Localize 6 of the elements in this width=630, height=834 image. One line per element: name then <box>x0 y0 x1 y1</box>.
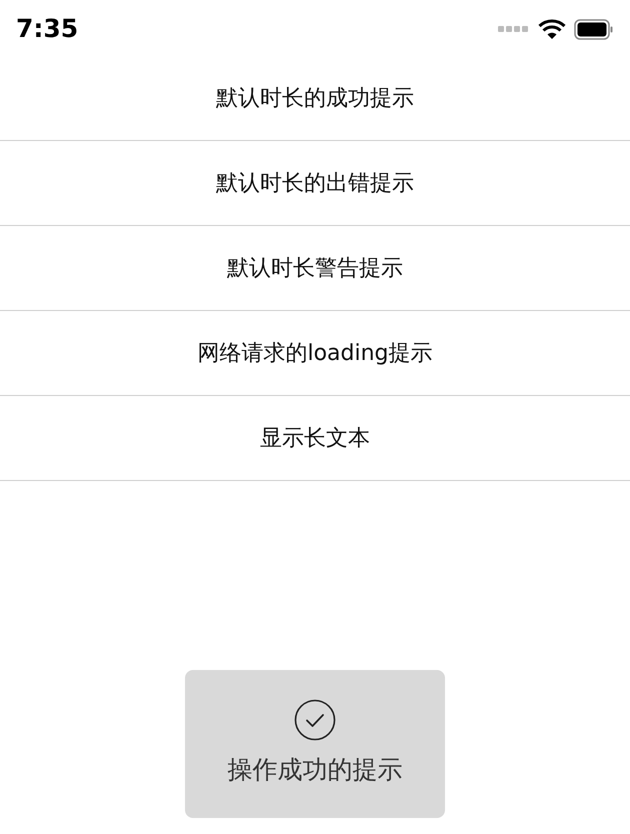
wifi-icon <box>538 18 566 40</box>
signal-icon <box>498 25 530 33</box>
status-time: 7:35 <box>16 13 78 46</box>
checkmark-circle-icon <box>294 699 336 742</box>
battery-icon <box>574 18 614 40</box>
toast-message: 操作成功的提示 <box>228 754 402 786</box>
